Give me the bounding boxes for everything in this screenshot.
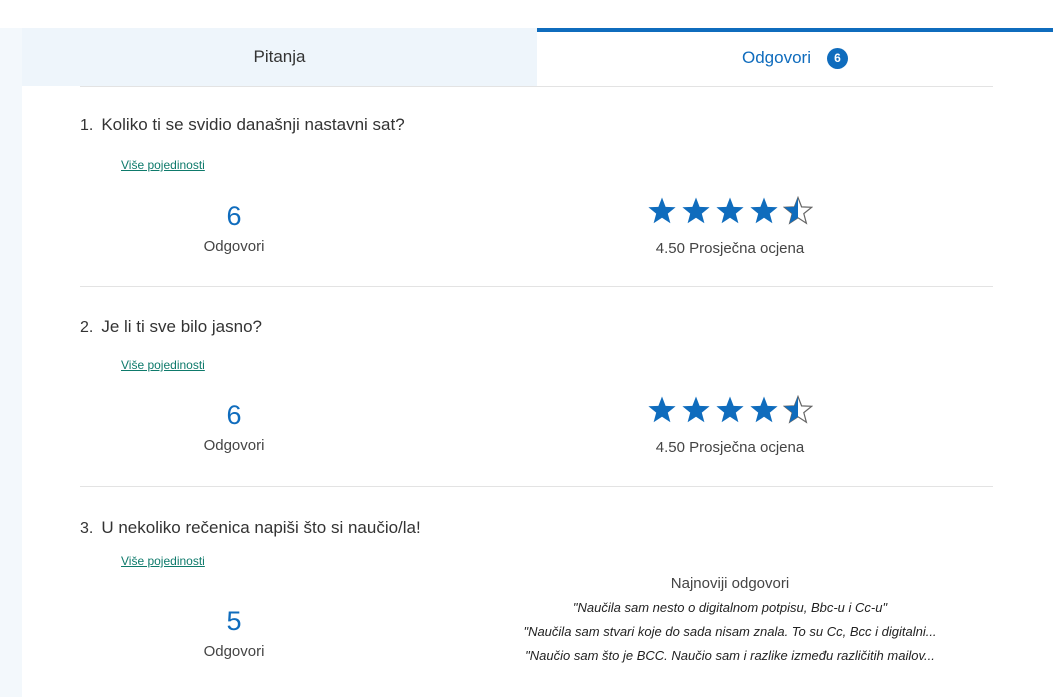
tab-responses-label: Odgovori [742, 48, 811, 67]
question-number: 3. [80, 520, 94, 537]
response-count-label: Odgovori [203, 238, 265, 255]
latest-responses-title: Najnoviji odgovori [670, 575, 790, 592]
question-number: 1. [80, 117, 94, 134]
question-text: Je li ti sve bilo jasno? [101, 317, 262, 336]
star-icon [682, 197, 710, 224]
latest-response-item[interactable]: "Naučila sam nesto o digitalnom potpisu,… [460, 597, 1000, 619]
forms-responses-page: Pitanja Odgovori 6 1. Koliko ti se svidio… [0, 0, 1053, 697]
more-details-link[interactable]: Više pojedinosti [121, 358, 205, 372]
response-count: 6 [226, 201, 242, 231]
responses-count-badge: 6 [826, 47, 848, 69]
response-count-label: Odgovori [203, 643, 265, 660]
tab-bar: Pitanja Odgovori 6 [22, 28, 1053, 86]
response-count: 5 [226, 606, 242, 636]
rating-stars [580, 196, 880, 230]
star-icon [648, 396, 676, 423]
tab-questions-label: Pitanja [253, 47, 306, 66]
more-details-link[interactable]: Više pojedinosti [121, 158, 205, 172]
question-1: 1. Koliko ti se svidio današnji nastavni … [80, 86, 993, 287]
question-title: 2. Je li ti sve bilo jasno? [80, 317, 262, 337]
left-panel-strip [0, 28, 22, 697]
star-icon [750, 396, 778, 423]
latest-responses-block: Najnoviji odgovori "Naučila sam nesto o … [460, 573, 1000, 667]
response-count-block: 6 Odgovori [124, 200, 344, 258]
average-rating-block: 4.50 Prosječna ocjena [580, 395, 880, 456]
response-count-block: 6 Odgovori [124, 399, 344, 457]
more-details-link[interactable]: Više pojedinosti [121, 554, 205, 568]
star-icon [750, 197, 778, 224]
response-count: 6 [226, 400, 242, 430]
question-3: 3. U nekoliko rečenica napiši što si nauč… [80, 487, 993, 697]
question-title: 3. U nekoliko rečenica napiši što si nauč… [80, 518, 421, 538]
star-icon [716, 197, 744, 224]
star-icon [783, 395, 813, 424]
response-count-block: 5 Odgovori [124, 605, 344, 663]
star-icon [648, 197, 676, 224]
rating-stars [580, 395, 880, 429]
star-icon [783, 196, 813, 225]
star-icon [682, 396, 710, 423]
question-2: 2. Je li ti sve bilo jasno? Više pojedino… [80, 287, 993, 487]
tab-questions[interactable]: Pitanja [22, 28, 537, 86]
response-count-label: Odgovori [203, 437, 265, 454]
question-title: 1. Koliko ti se svidio današnji nastavni … [80, 115, 405, 135]
star-icon [716, 396, 744, 423]
question-text: Koliko ti se svidio današnji nastavni sa… [101, 115, 405, 134]
average-rating-text: 4.50 Prosječna ocjena [655, 439, 805, 456]
average-rating-text: 4.50 Prosječna ocjena [655, 240, 805, 257]
average-rating-block: 4.50 Prosječna ocjena [580, 196, 880, 257]
tab-responses[interactable]: Odgovori 6 [537, 28, 1053, 86]
question-number: 2. [80, 319, 94, 336]
latest-response-item[interactable]: "Naučila sam stvari koje do sada nisam z… [460, 621, 1000, 643]
latest-response-item[interactable]: "Naučio sam što je BCC. Naučio sam i raz… [460, 645, 1000, 667]
question-text: U nekoliko rečenica napiši što si naučio… [101, 518, 421, 537]
